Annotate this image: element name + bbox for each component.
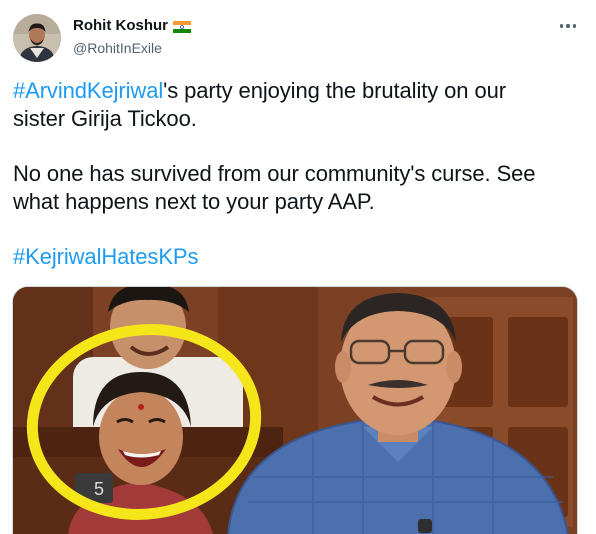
tweet-card[interactable]: Rohit Koshur @RohitInExile #ArvindKejriw… [0,0,596,534]
hashtag-link[interactable]: #KejriwalHatesKPs [13,244,198,269]
tweet-line: sister Girija Tickoo. [13,106,197,131]
tweet-line: No one has survived from our community's… [13,161,536,186]
more-options-button[interactable] [554,14,582,38]
hashtag-link[interactable]: #ArvindKejriwal [13,78,163,103]
tweet-line: what happens next to your party AAP. [13,189,375,214]
author-avatar[interactable] [13,14,61,62]
more-dot-icon [566,24,570,28]
more-dot-icon [572,24,577,28]
author-handle[interactable]: @RohitInExile [73,40,162,56]
seat-number-label: 5 [94,479,104,499]
india-flag-icon [173,20,191,33]
author-display-name[interactable]: Rohit Koshur [73,17,168,34]
tweet-line: #ArvindKejriwal's party enjoying the bru… [13,77,583,105]
author-name-row: Rohit Koshur [73,17,191,34]
tweet-line: #KejriwalHatesKPs [13,243,583,271]
tweet-text: #ArvindKejriwal's party enjoying the bru… [13,77,583,271]
more-dot-icon [559,24,564,28]
tweet-text-segment: 's party enjoying the brutality on our [163,78,506,103]
tweet-media-photo[interactable]: 5 [12,286,578,534]
